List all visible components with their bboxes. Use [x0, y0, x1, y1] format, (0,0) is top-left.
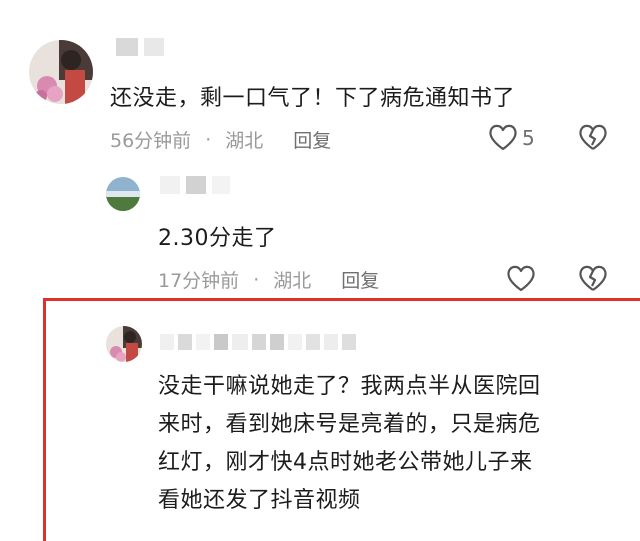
comment1-time: 56分钟前	[110, 130, 192, 152]
comment1-meta: 56分钟前 · 湖北 回复	[110, 126, 331, 153]
comment3-username-mosaic	[160, 334, 356, 350]
comment2-dot: ·	[253, 268, 260, 291]
comment2-username-mosaic	[160, 176, 230, 194]
comment3-line-4: 看她还发了抖音视频	[158, 488, 361, 513]
heart-outline-icon	[489, 124, 517, 151]
comment1-like-button[interactable]	[488, 123, 518, 151]
comment1-like-count: 5	[522, 126, 535, 150]
comment2-reply-button[interactable]: 回复	[341, 266, 379, 293]
comment2-dislike-button[interactable]	[578, 264, 608, 292]
comment1-avatar[interactable]	[29, 40, 93, 104]
comment2-text: 2.30分走了	[158, 226, 277, 251]
comment1-location: 湖北	[225, 130, 264, 152]
comment1-dot: ·	[205, 128, 212, 151]
heart-outline-icon	[507, 265, 535, 292]
landscape-avatar-icon	[106, 177, 140, 211]
comment2-avatar[interactable]	[106, 177, 140, 211]
broken-heart-icon	[579, 124, 607, 150]
comment3-line-1: 没走干嘛说她走了？我两点半从医院回	[158, 374, 541, 399]
comment3-line-3: 红灯，刚才快4点时她老公带她儿子来	[158, 450, 533, 475]
comment2-like-button[interactable]	[506, 264, 536, 292]
flower-avatar-icon	[106, 326, 142, 362]
broken-heart-icon	[579, 265, 607, 291]
comment1-username-mosaic	[116, 38, 164, 56]
comment1-text: 还没走，剩一口气了！下了病危通知书了	[110, 86, 516, 111]
comment1-dislike-button[interactable]	[578, 123, 608, 151]
comment2-location: 湖北	[273, 270, 312, 292]
comment3-line-2: 来时，看到她床号是亮着的，只是病危	[158, 412, 541, 437]
comment3-avatar[interactable]	[106, 326, 142, 362]
comment1-reply-button[interactable]: 回复	[293, 126, 331, 153]
comment3-text: 没走干嘛说她走了？我两点半从医院回 来时，看到她床号是亮着的，只是病危 红灯，刚…	[158, 368, 541, 520]
flower-avatar-icon	[29, 40, 93, 104]
comment2-meta: 17分钟前 · 湖北 回复	[158, 266, 379, 293]
comment2-time: 17分钟前	[158, 270, 240, 292]
